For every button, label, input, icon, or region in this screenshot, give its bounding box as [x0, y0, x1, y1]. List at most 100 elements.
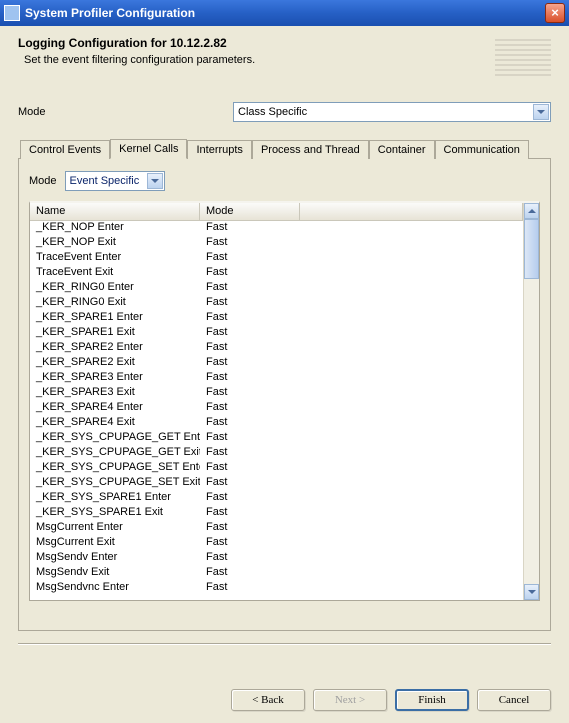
tab-container[interactable]: Container [369, 140, 435, 159]
table-grid: Name Mode _KER_NOP EnterFast_KER_NOP Exi… [30, 203, 523, 600]
cell-mode: Fast [200, 506, 300, 521]
header-graphic [495, 36, 551, 76]
cell-name: _KER_SPARE4 Exit [30, 416, 200, 431]
event-table: Name Mode _KER_NOP EnterFast_KER_NOP Exi… [29, 201, 540, 601]
table-row[interactable]: _KER_NOP ExitFast [30, 236, 523, 251]
table-row[interactable]: _KER_SPARE3 ExitFast [30, 386, 523, 401]
scroll-up-button[interactable] [524, 203, 539, 219]
cell-name: _KER_SPARE2 Enter [30, 341, 200, 356]
table-row[interactable]: MsgSendv ExitFast [30, 566, 523, 581]
table-row[interactable]: _KER_RING0 ExitFast [30, 296, 523, 311]
outer-mode-dropdown[interactable]: Class Specific [233, 102, 551, 122]
cell-mode: Fast [200, 341, 300, 356]
scroll-down-button[interactable] [524, 584, 539, 600]
cell-mode: Fast [200, 491, 300, 506]
vertical-scrollbar[interactable] [523, 203, 539, 600]
cell-mode: Fast [200, 581, 300, 596]
page-subtitle: Set the event filtering configuration pa… [24, 54, 551, 66]
column-header-name[interactable]: Name [30, 203, 200, 220]
cell-mode: Fast [200, 401, 300, 416]
cell-name: MsgSendvnc Enter [30, 581, 200, 596]
cell-name: _KER_SPARE4 Enter [30, 401, 200, 416]
button-bar: < Back Next > Finish Cancel [231, 689, 551, 711]
table-row[interactable]: TraceEvent ExitFast [30, 266, 523, 281]
cell-name: _KER_SYS_SPARE1 Exit [30, 506, 200, 521]
cell-mode: Fast [200, 536, 300, 551]
cell-name: _KER_SYS_CPUPAGE_SET Enter [30, 461, 200, 476]
window-title: System Profiler Configuration [25, 6, 545, 20]
column-header-blank[interactable] [300, 203, 523, 220]
inner-mode-label: Mode [29, 175, 57, 187]
table-body: _KER_NOP EnterFast_KER_NOP ExitFastTrace… [30, 221, 523, 596]
cell-mode: Fast [200, 551, 300, 566]
cell-mode: Fast [200, 221, 300, 236]
cell-name: MsgSendv Exit [30, 566, 200, 581]
table-header: Name Mode [30, 203, 523, 221]
cell-name: _KER_NOP Enter [30, 221, 200, 236]
tab-communication[interactable]: Communication [435, 140, 529, 159]
cell-mode: Fast [200, 431, 300, 446]
cell-name: _KER_SPARE1 Exit [30, 326, 200, 341]
cell-mode: Fast [200, 446, 300, 461]
table-row[interactable]: _KER_SYS_SPARE1 ExitFast [30, 506, 523, 521]
inner-mode-dropdown[interactable]: Event Specific [65, 171, 165, 191]
table-row[interactable]: _KER_SPARE1 EnterFast [30, 311, 523, 326]
table-row[interactable]: _KER_SYS_SPARE1 EnterFast [30, 491, 523, 506]
separator [18, 643, 551, 645]
table-row[interactable]: _KER_RING0 EnterFast [30, 281, 523, 296]
cell-mode: Fast [200, 266, 300, 281]
table-row[interactable]: _KER_NOP EnterFast [30, 221, 523, 236]
table-row[interactable]: MsgSendvnc EnterFast [30, 581, 523, 596]
cell-mode: Fast [200, 371, 300, 386]
cell-name: _KER_SPARE2 Exit [30, 356, 200, 371]
close-button[interactable]: × [545, 3, 565, 23]
outer-mode-label: Mode [18, 106, 233, 118]
tab-kernel-calls[interactable]: Kernel Calls [110, 139, 187, 159]
inner-mode-row: Mode Event Specific [29, 171, 540, 191]
table-row[interactable]: _KER_SPARE3 EnterFast [30, 371, 523, 386]
table-row[interactable]: _KER_SPARE2 ExitFast [30, 356, 523, 371]
chevron-down-icon [147, 173, 163, 189]
table-row[interactable]: _KER_SYS_CPUPAGE_SET EnterFast [30, 461, 523, 476]
table-row[interactable]: _KER_SPARE1 ExitFast [30, 326, 523, 341]
table-row[interactable]: _KER_SYS_CPUPAGE_SET ExitFast [30, 476, 523, 491]
titlebar: System Profiler Configuration × [0, 0, 569, 26]
table-row[interactable]: MsgCurrent ExitFast [30, 536, 523, 551]
table-row[interactable]: MsgSendv EnterFast [30, 551, 523, 566]
cell-mode: Fast [200, 416, 300, 431]
cell-name: MsgCurrent Enter [30, 521, 200, 536]
table-row[interactable]: _KER_SPARE2 EnterFast [30, 341, 523, 356]
cell-mode: Fast [200, 296, 300, 311]
cell-name: _KER_NOP Exit [30, 236, 200, 251]
tab-interrupts[interactable]: Interrupts [187, 140, 251, 159]
next-button[interactable]: Next > [313, 689, 387, 711]
cell-mode: Fast [200, 236, 300, 251]
table-row[interactable]: MsgCurrent EnterFast [30, 521, 523, 536]
tab-process-and-thread[interactable]: Process and Thread [252, 140, 369, 159]
tab-control-events[interactable]: Control Events [20, 140, 110, 159]
scroll-track[interactable] [524, 279, 539, 584]
cell-name: MsgCurrent Exit [30, 536, 200, 551]
tabstrip: Control EventsKernel CallsInterruptsProc… [18, 138, 551, 159]
outer-mode-value: Class Specific [238, 106, 307, 118]
table-row[interactable]: _KER_SYS_CPUPAGE_GET ExitFast [30, 446, 523, 461]
cell-name: _KER_SYS_SPARE1 Enter [30, 491, 200, 506]
cell-mode: Fast [200, 476, 300, 491]
cell-name: TraceEvent Exit [30, 266, 200, 281]
scroll-thumb[interactable] [524, 219, 539, 279]
finish-button[interactable]: Finish [395, 689, 469, 711]
outer-mode-row: Mode Class Specific [18, 102, 551, 122]
cell-mode: Fast [200, 356, 300, 371]
page-title: Logging Configuration for 10.12.2.82 [18, 36, 551, 50]
table-row[interactable]: _KER_SPARE4 ExitFast [30, 416, 523, 431]
back-button[interactable]: < Back [231, 689, 305, 711]
cell-name: _KER_RING0 Exit [30, 296, 200, 311]
column-header-mode[interactable]: Mode [200, 203, 300, 220]
cell-name: _KER_SPARE3 Enter [30, 371, 200, 386]
cell-mode: Fast [200, 386, 300, 401]
cancel-button[interactable]: Cancel [477, 689, 551, 711]
table-row[interactable]: TraceEvent EnterFast [30, 251, 523, 266]
cell-mode: Fast [200, 566, 300, 581]
table-row[interactable]: _KER_SYS_CPUPAGE_GET EnterFast [30, 431, 523, 446]
table-row[interactable]: _KER_SPARE4 EnterFast [30, 401, 523, 416]
